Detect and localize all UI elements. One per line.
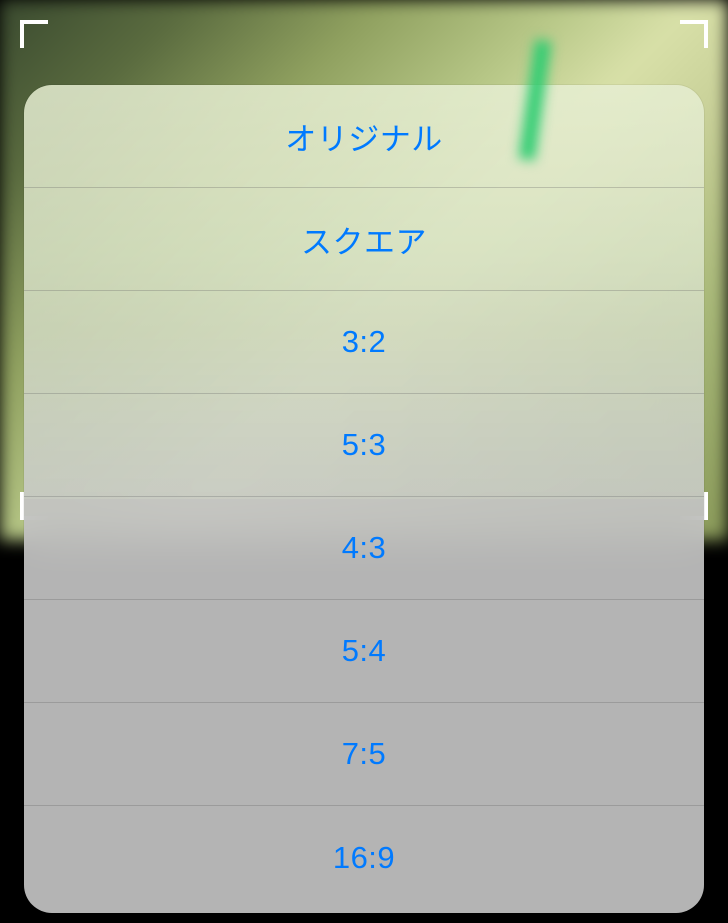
- aspect-ratio-square[interactable]: スクエア: [24, 188, 704, 291]
- crop-handle-top-right[interactable]: [680, 20, 708, 48]
- aspect-ratio-label: 5:3: [342, 427, 387, 463]
- aspect-ratio-7-5[interactable]: 7:5: [24, 703, 704, 806]
- aspect-ratio-5-4[interactable]: 5:4: [24, 600, 704, 703]
- aspect-ratio-label: 5:4: [342, 633, 387, 669]
- aspect-ratio-label: 7:5: [342, 736, 387, 772]
- aspect-ratio-label: 16:9: [333, 840, 395, 876]
- aspect-ratio-original[interactable]: オリジナル: [24, 85, 704, 188]
- aspect-ratio-5-3[interactable]: 5:3: [24, 394, 704, 497]
- crop-handle-top-left[interactable]: [20, 20, 48, 48]
- aspect-ratio-label: 3:2: [342, 324, 387, 360]
- aspect-ratio-label: 4:3: [342, 530, 387, 566]
- aspect-ratio-4-3[interactable]: 4:3: [24, 497, 704, 600]
- aspect-ratio-action-sheet: オリジナル スクエア 3:2 5:3 4:3 5:4 7:5 16:9: [24, 85, 704, 913]
- aspect-ratio-16-9[interactable]: 16:9: [24, 806, 704, 909]
- aspect-ratio-label: スクエア: [301, 217, 427, 262]
- aspect-ratio-3-2[interactable]: 3:2: [24, 291, 704, 394]
- aspect-ratio-label: オリジナル: [285, 114, 443, 159]
